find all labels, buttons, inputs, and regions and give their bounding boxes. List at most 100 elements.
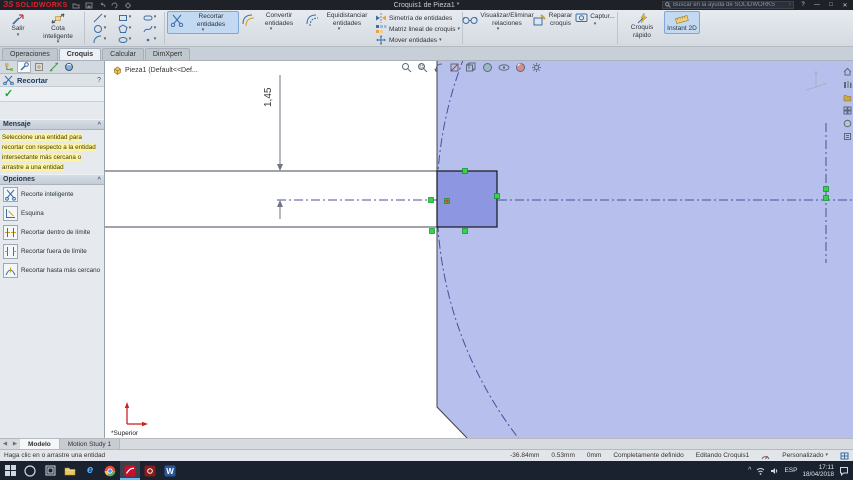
option-corner[interactable]: Esquina: [0, 204, 104, 223]
spline-tool[interactable]: ▾: [137, 23, 162, 34]
move-entities-button[interactable]: Mover entidades ▾: [375, 35, 460, 45]
tab-modelo[interactable]: Modelo: [20, 439, 60, 449]
convert-entities-button[interactable]: Convertir entidades ▾: [239, 11, 303, 32]
circle-dropdown-icon[interactable]: ▾: [104, 26, 107, 31]
rapid-sketch-button[interactable]: Croquis rápido: [620, 11, 664, 39]
open-icon[interactable]: [72, 1, 81, 9]
view-settings-icon[interactable]: [531, 62, 542, 73]
search-button[interactable]: [20, 461, 40, 480]
tab-scroll-left-icon[interactable]: ◀: [0, 439, 10, 449]
option-smart-trim[interactable]: Recorte inteligente: [0, 185, 104, 204]
spline-dropdown-icon[interactable]: ▾: [154, 26, 157, 31]
dimension-1-45[interactable]: 1,45: [263, 75, 283, 219]
word-taskbar-button[interactable]: W: [160, 461, 180, 480]
tab-operaciones[interactable]: Operaciones: [2, 48, 58, 60]
status-grid-icon[interactable]: [840, 452, 849, 460]
edit-appearance-icon[interactable]: [515, 62, 526, 73]
units-selector[interactable]: Personalizado ▾: [782, 452, 828, 459]
line-tool[interactable]: ▾: [87, 12, 112, 23]
model-edges[interactable]: [105, 170, 437, 228]
network-icon[interactable]: [756, 467, 765, 475]
panel-help-icon[interactable]: ?: [97, 77, 101, 84]
view-orientation-icon[interactable]: [465, 62, 477, 73]
rectangle-dropdown-icon[interactable]: ▾: [129, 15, 132, 20]
search-scope-dropdown-icon[interactable]: ▾: [788, 2, 791, 8]
home-icon[interactable]: [843, 67, 852, 76]
smart-dimension-dropdown-icon[interactable]: ▾: [57, 40, 60, 45]
tab-motion-study[interactable]: Motion Study 1: [59, 439, 121, 449]
configurationmanager-tab-icon[interactable]: [32, 61, 46, 73]
minimize-button[interactable]: —: [812, 2, 822, 8]
section-view-icon[interactable]: [449, 62, 460, 73]
edge-button[interactable]: e: [80, 461, 100, 480]
exit-sketch-button[interactable]: Salir ▾: [2, 11, 34, 38]
message-section-header[interactable]: Mensaje ^: [0, 119, 104, 130]
design-library-icon[interactable]: [843, 80, 852, 89]
instant-2d-button[interactable]: Instant 2D: [664, 11, 700, 34]
close-button[interactable]: ✕: [840, 2, 850, 9]
chrome-button[interactable]: [100, 461, 120, 480]
start-button[interactable]: [0, 461, 20, 480]
display-relations-button[interactable]: Visualizar/Eliminar relaciones ▾: [462, 11, 534, 32]
point-tool[interactable]: ▾: [137, 34, 162, 45]
ellipse-tool[interactable]: ▾: [112, 34, 137, 45]
tab-calcular[interactable]: Calcular: [102, 48, 144, 60]
rebuild-icon[interactable]: [111, 1, 120, 9]
convert-entities-dropdown-icon[interactable]: ▾: [270, 27, 273, 32]
zoom-fit-icon[interactable]: [401, 62, 412, 73]
action-center-icon[interactable]: [839, 466, 849, 476]
mirror-entities-button[interactable]: Simetría de entidades: [375, 13, 460, 23]
arc-tool[interactable]: ▾: [87, 34, 112, 45]
polygon-tool[interactable]: ▾: [112, 23, 137, 34]
options-section-header[interactable]: Opciones ^: [0, 174, 104, 185]
display-relations-dropdown-icon[interactable]: ▾: [497, 27, 500, 32]
file-explorer-icon[interactable]: [843, 93, 852, 102]
rectangle-tool[interactable]: ▾: [112, 12, 137, 23]
collapse-chevron-icon[interactable]: ^: [97, 122, 101, 128]
search-input[interactable]: [673, 1, 787, 9]
slot-dropdown-icon[interactable]: ▾: [154, 15, 157, 20]
move-entities-dropdown-icon[interactable]: ▾: [439, 37, 442, 43]
hide-show-items-icon[interactable]: [498, 62, 510, 73]
offset-entities-dropdown-icon[interactable]: ▾: [338, 27, 341, 32]
taskbar-clock[interactable]: 17:11 18/04/2018: [802, 464, 834, 478]
quantity-gauge-icon[interactable]: [761, 452, 770, 460]
offset-entities-button[interactable]: Equidistanciar entidades ▾: [303, 11, 375, 32]
capture-button[interactable]: Captur... ▾: [575, 11, 615, 27]
breadcrumb[interactable]: Pieza1 (Default<<Def...: [113, 66, 198, 75]
line-dropdown-icon[interactable]: ▾: [104, 15, 107, 20]
trim-nearest-icon[interactable]: [3, 263, 18, 278]
capture-dropdown-icon[interactable]: ▾: [594, 22, 597, 27]
display-style-icon[interactable]: [482, 62, 493, 73]
solidworks-taskbar-button[interactable]: [120, 461, 140, 480]
help-search-box[interactable]: ▾: [662, 1, 794, 9]
zoom-area-icon[interactable]: [417, 62, 428, 73]
tray-expand-icon[interactable]: ^: [748, 467, 751, 474]
ok-button[interactable]: ✓: [4, 88, 13, 100]
featuremanager-tab-icon[interactable]: [2, 61, 16, 73]
trim-outside-icon[interactable]: [3, 244, 18, 259]
units-dropdown-icon[interactable]: ▾: [825, 453, 828, 458]
task-view-button[interactable]: [40, 461, 60, 480]
previous-view-icon[interactable]: [433, 62, 444, 73]
option-trim-nearest[interactable]: Recortar hasta más cercano: [0, 261, 104, 280]
undo-icon[interactable]: [98, 1, 107, 9]
smart-dimension-button[interactable]: Cota inteligente ▾: [34, 11, 82, 45]
dimension-value[interactable]: 1,45: [263, 87, 274, 107]
language-indicator[interactable]: ESP: [784, 467, 797, 474]
option-trim-inside[interactable]: Recortar dentro de límite: [0, 223, 104, 242]
save-icon[interactable]: [85, 1, 94, 9]
ellipse-dropdown-icon[interactable]: ▾: [129, 37, 132, 42]
slot-tool[interactable]: ▾: [137, 12, 162, 23]
circle-tool[interactable]: ▾: [87, 23, 112, 34]
appearances-icon[interactable]: [843, 119, 852, 128]
volume-icon[interactable]: [770, 467, 779, 475]
arc-dropdown-icon[interactable]: ▾: [104, 37, 107, 42]
option-trim-outside[interactable]: Recortar fuera de límite: [0, 242, 104, 261]
selected-point[interactable]: [445, 199, 449, 203]
tab-scroll-right-icon[interactable]: ▶: [10, 439, 20, 449]
maximize-button[interactable]: □: [826, 2, 836, 8]
trim-entities-button[interactable]: Recortar entidades ▾: [167, 11, 239, 34]
graphics-area[interactable]: 1,45 Pieza1 (Default<<Def... *Superior: [105, 61, 853, 438]
shaded-region[interactable]: [436, 61, 853, 438]
